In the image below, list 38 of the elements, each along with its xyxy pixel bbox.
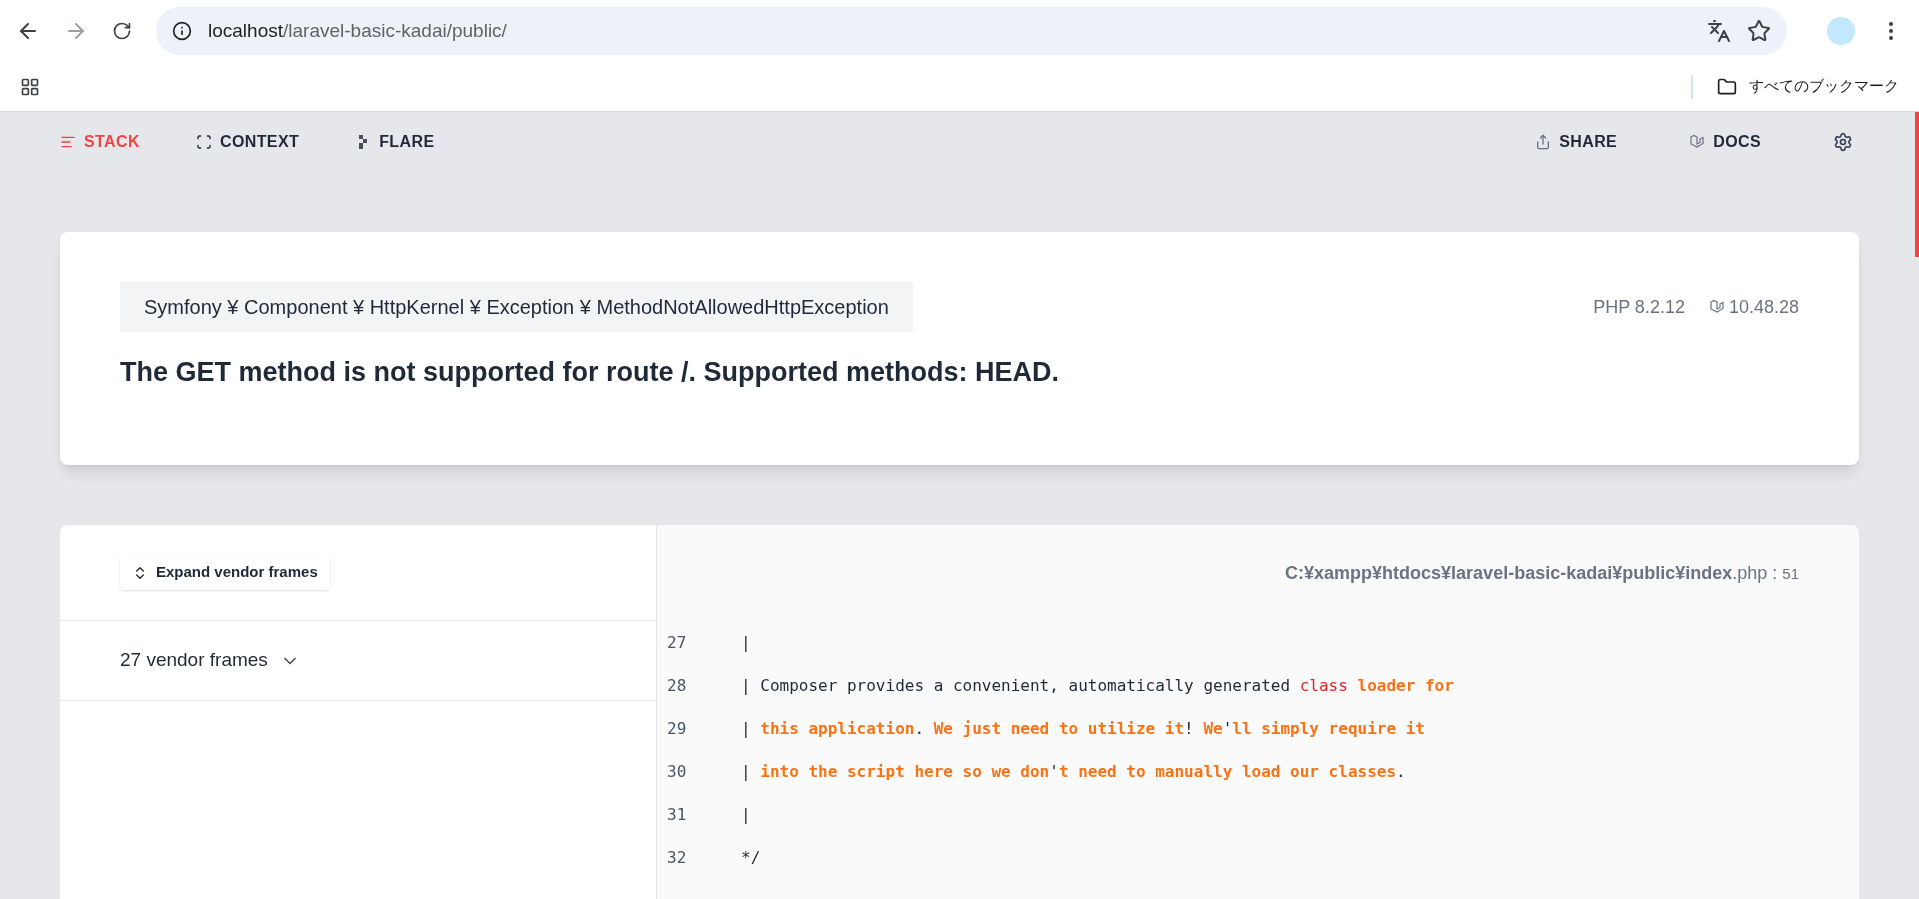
nav-tab[interactable]: CONTEXT: [195, 130, 300, 154]
url-text: localhost/laravel-basic-kadai/public/: [208, 18, 507, 43]
code-line: |: [741, 803, 751, 826]
line-number: 31: [666, 803, 688, 826]
code-line: |: [741, 631, 751, 654]
file-path: C:¥xampp¥htdocs¥laravel-basic-kadai¥public¥index.php : 51: [1285, 561, 1799, 585]
info-icon[interactable]: [172, 21, 192, 41]
frame-icon: [195, 134, 212, 150]
share-icon: [1535, 134, 1552, 150]
address-bar[interactable]: localhost/laravel-basic-kadai/public/: [156, 7, 1787, 55]
vendor-frames-toggle[interactable]: 27 vendor frames: [60, 621, 656, 701]
nav-tab[interactable]: FLARE: [355, 130, 435, 154]
apps-icon[interactable]: [20, 76, 40, 97]
code-line: | Composer provides a convenient, automatically generated class loader for: [741, 674, 1454, 697]
exception-class: Symfony ¥ Component ¥ HttpKernel ¥ Exception ¥ MethodNotAllowedHttpException: [120, 282, 913, 332]
exception-message: The GET method is not supported for route /. Supported methods: HEAD.: [120, 356, 1060, 389]
laravel-icon: [1689, 134, 1706, 150]
nav-link[interactable]: SHARE: [1535, 130, 1618, 154]
settings-icon[interactable]: [1833, 132, 1853, 152]
expand-vendor-frames-button[interactable]: Expand vendor frames: [120, 555, 330, 590]
code-line: | into the script here so we don't need to manually load our classes.: [741, 760, 1406, 783]
line-number: 30: [666, 760, 688, 783]
line-number: 27: [666, 631, 688, 654]
code-line: */: [741, 846, 761, 869]
stack-icon: [60, 134, 76, 150]
code-line: | this application. We just need to utilize it! We'll simply require it: [741, 717, 1425, 740]
line-number: 28: [666, 674, 688, 697]
line-number: 29: [666, 717, 688, 740]
translate-icon[interactable]: [1707, 19, 1731, 43]
folder-icon: [1717, 76, 1737, 97]
laravel-version: 10.48.28: [1728, 295, 1799, 319]
laravel-icon: [1708, 299, 1725, 315]
line-number: 32: [666, 846, 688, 869]
bookmark-star-icon[interactable]: [1747, 19, 1771, 43]
php-version: PHP 8.2.12: [1593, 295, 1685, 319]
nav-link[interactable]: DOCS: [1689, 130, 1761, 154]
reload-icon[interactable]: [112, 21, 132, 41]
all-bookmarks-button[interactable]: すべてのブックマーク: [1717, 75, 1899, 98]
